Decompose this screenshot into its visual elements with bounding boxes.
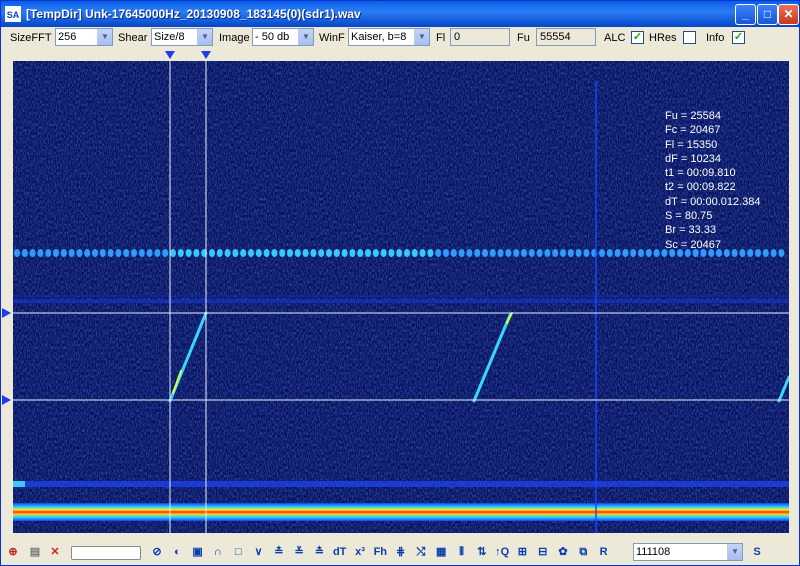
alc-checkbox[interactable]: ✓ [631,31,644,44]
chevron-down-icon[interactable]: ▼ [727,544,742,560]
marker-arrow-icon [2,308,11,318]
info-t2: t2 = 00:09.822 [665,181,736,194]
title-bar[interactable]: SA [TempDir] Unk-17645000Hz_20130908_183… [1,1,799,27]
shear-label: Shear [118,32,148,44]
fu-field[interactable]: 55554 [536,28,596,46]
tool-icon-11[interactable]: Fh [372,544,388,560]
tool-icon-16[interactable]: ⇅ [474,544,490,560]
chevron-down-icon[interactable]: ▼ [298,29,313,45]
winf-value: Kaiser, b=8 [351,31,407,43]
mode-select[interactable]: 111108 ▼ [633,543,743,561]
info-dt: dT = 00:00.012.384 [665,195,761,208]
cancel-icon[interactable]: ✕ [47,544,63,560]
tool-icon-21[interactable]: ⧉ [575,544,591,560]
tool-icon-7[interactable]: ≚ [291,544,307,560]
app-icon[interactable]: SA [5,6,21,22]
tool-icon-14[interactable]: ▦ [433,544,449,560]
close-button[interactable]: ✕ [778,4,799,25]
marker-arrow-icon [165,51,175,59]
tool-icon-0[interactable]: ⊘ [149,544,165,560]
info-t1: t1 = 00:09.810 [665,167,736,180]
sizefft-value: 256 [58,31,77,43]
info-sc: Sc = 20467 [665,238,721,251]
info-overlay: Fu = 25584 Fc = 20467 Fl = 15350 dF = 10… [665,109,761,252]
minimize-button[interactable]: _ [735,4,756,25]
info-fu: Fu = 25584 [665,110,721,122]
image-select[interactable]: - 50 db ▼ [252,28,314,46]
info-label: Info [706,32,725,44]
chevron-down-icon[interactable]: ▼ [414,29,429,45]
settings-s-icon[interactable]: S [749,544,765,560]
tool-icon-4[interactable]: □ [230,544,246,560]
image-label: Image [219,32,250,44]
tool-icon-9[interactable]: dT [332,544,348,560]
hres-checkbox[interactable] [683,31,696,44]
shear-value: Size/8 [154,31,185,43]
sizefft-label: SizeFFT [10,32,52,44]
info-checkbox[interactable]: ✓ [732,31,745,44]
alc-label: ALC [604,32,626,44]
marker-arrow-icon [201,51,211,59]
hres-label: HRes [649,32,677,44]
chevron-down-icon[interactable]: ▼ [197,29,212,45]
tool-icon-17[interactable]: ↑Q [494,544,510,560]
info-fl: Fl = 15350 [665,138,718,151]
window-title: [TempDir] Unk-17645000Hz_20130908_183145… [26,7,361,21]
tool-icon-18[interactable]: ⊞ [514,544,530,560]
progress-bar [71,546,141,560]
tool-icon-20[interactable]: ✿ [555,544,571,560]
bottom-toolbar: ⊕ ▤ ✕ ⊘ ◐ ▣ ∩ □ ∨ ≛ ≚ ≛ dT x³ Fh ⋕ ⤭ ▦ ⫴ ⇅ ↑Q ⊞ ⊟ ✿ ⧉ R 111108… [1,541,799,565]
tool-icon-2[interactable]: ▣ [190,544,206,560]
sizefft-select[interactable]: 256 ▼ [55,28,113,46]
copy-icon[interactable]: ▤ [27,544,43,560]
info-s: S = 80.75 [665,210,713,223]
tool-icon-10[interactable]: x³ [352,544,368,560]
tool-icon-22[interactable]: R [596,544,612,560]
tool-icon-6[interactable]: ≛ [271,544,287,560]
mode-value: 111108 [636,546,671,558]
tool-icon-19[interactable]: ⊟ [535,544,551,560]
tool-icon-8[interactable]: ≛ [311,544,327,560]
spectrogram-area: Fu = 25584 Fc = 20467 Fl = 15350 dF = 10… [1,49,799,533]
winf-label: WinF [319,32,345,44]
tool-icon-12[interactable]: ⋕ [393,544,409,560]
tool-icon-1[interactable]: ◐ [169,544,185,560]
toolbar: SizeFFT 256 ▼ Shear Size/8 ▼ Image - 50 … [1,27,799,49]
tool-icon-3[interactable]: ∩ [210,544,226,560]
chevron-down-icon[interactable]: ▼ [97,29,112,45]
app-window: SA [TempDir] Unk-17645000Hz_20130908_183… [0,0,800,566]
info-br: Br = 33.33 [665,224,717,237]
fl-field[interactable]: 0 [450,28,510,46]
zoom-icon[interactable]: ⊕ [5,544,21,560]
image-value: - 50 db [255,31,290,43]
tool-icon-5[interactable]: ∨ [251,544,267,560]
shear-select[interactable]: Size/8 ▼ [151,28,213,46]
fl-label: Fl [436,32,446,44]
winf-select[interactable]: Kaiser, b=8 ▼ [348,28,430,46]
info-df: dF = 10234 [665,152,721,165]
fu-label: Fu [517,32,530,44]
marker-arrow-icon [2,395,11,405]
tool-icon-15[interactable]: ⫴ [454,544,470,560]
tool-icon-13[interactable]: ⤭ [413,544,429,560]
info-fc: Fc = 20467 [665,124,721,137]
maximize-button[interactable]: □ [757,4,778,25]
